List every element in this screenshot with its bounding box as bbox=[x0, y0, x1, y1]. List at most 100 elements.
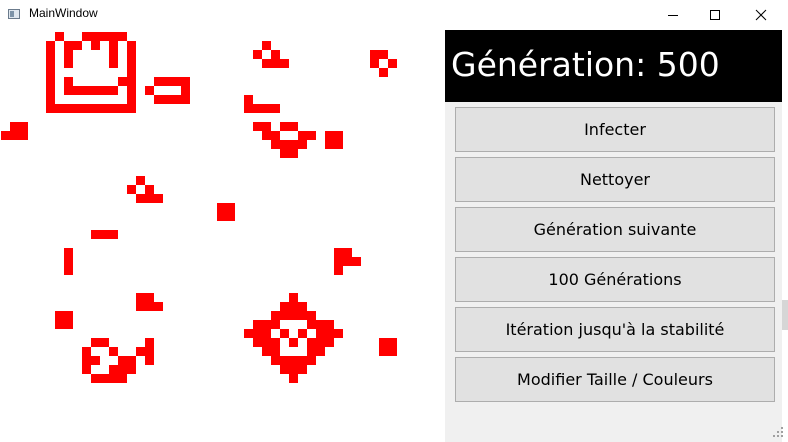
live-cell[interactable] bbox=[271, 320, 280, 329]
live-cell[interactable] bbox=[73, 104, 82, 113]
live-cell[interactable] bbox=[280, 329, 289, 338]
live-cell[interactable] bbox=[217, 203, 226, 212]
live-cell[interactable] bbox=[280, 140, 289, 149]
live-cell[interactable] bbox=[334, 140, 343, 149]
live-cell[interactable] bbox=[136, 302, 145, 311]
live-cell[interactable] bbox=[280, 149, 289, 158]
live-cell[interactable] bbox=[109, 50, 118, 59]
iterate-until-stable-button[interactable]: Itération jusqu'à la stabilité bbox=[455, 307, 775, 352]
live-cell[interactable] bbox=[388, 347, 397, 356]
live-cell[interactable] bbox=[64, 104, 73, 113]
live-cell[interactable] bbox=[316, 347, 325, 356]
live-cell[interactable] bbox=[64, 86, 73, 95]
live-cell[interactable] bbox=[307, 320, 316, 329]
live-cell[interactable] bbox=[91, 338, 100, 347]
live-cell[interactable] bbox=[298, 365, 307, 374]
live-cell[interactable] bbox=[91, 86, 100, 95]
live-cell[interactable] bbox=[262, 41, 271, 50]
live-cell[interactable] bbox=[334, 131, 343, 140]
live-cell[interactable] bbox=[127, 356, 136, 365]
live-cell[interactable] bbox=[325, 329, 334, 338]
live-cell[interactable] bbox=[343, 257, 352, 266]
live-cell[interactable] bbox=[127, 50, 136, 59]
live-cell[interactable] bbox=[73, 86, 82, 95]
live-cell[interactable] bbox=[271, 356, 280, 365]
live-cell[interactable] bbox=[280, 365, 289, 374]
live-cell[interactable] bbox=[352, 257, 361, 266]
live-cell[interactable] bbox=[280, 356, 289, 365]
live-cell[interactable] bbox=[298, 356, 307, 365]
live-cell[interactable] bbox=[64, 59, 73, 68]
live-cell[interactable] bbox=[64, 320, 73, 329]
live-cell[interactable] bbox=[100, 230, 109, 239]
live-cell[interactable] bbox=[271, 347, 280, 356]
live-cell[interactable] bbox=[127, 365, 136, 374]
minimize-button[interactable] bbox=[650, 0, 696, 30]
live-cell[interactable] bbox=[289, 311, 298, 320]
live-cell[interactable] bbox=[136, 176, 145, 185]
live-cell[interactable] bbox=[262, 320, 271, 329]
live-cell[interactable] bbox=[271, 311, 280, 320]
live-cell[interactable] bbox=[64, 266, 73, 275]
live-cell[interactable] bbox=[307, 347, 316, 356]
live-cell[interactable] bbox=[325, 320, 334, 329]
live-cell[interactable] bbox=[379, 50, 388, 59]
live-cell[interactable] bbox=[307, 338, 316, 347]
live-cell[interactable] bbox=[307, 356, 316, 365]
live-cell[interactable] bbox=[262, 338, 271, 347]
live-cell[interactable] bbox=[271, 338, 280, 347]
live-cell[interactable] bbox=[298, 302, 307, 311]
live-cell[interactable] bbox=[136, 347, 145, 356]
live-cell[interactable] bbox=[271, 131, 280, 140]
live-cell[interactable] bbox=[1, 131, 10, 140]
live-cell[interactable] bbox=[280, 311, 289, 320]
live-cell[interactable] bbox=[64, 248, 73, 257]
live-cell[interactable] bbox=[271, 104, 280, 113]
live-cell[interactable] bbox=[370, 59, 379, 68]
live-cell[interactable] bbox=[280, 59, 289, 68]
live-cell[interactable] bbox=[19, 122, 28, 131]
live-cell[interactable] bbox=[316, 329, 325, 338]
live-cell[interactable] bbox=[172, 77, 181, 86]
live-cell[interactable] bbox=[253, 338, 262, 347]
live-cell[interactable] bbox=[163, 77, 172, 86]
live-cell[interactable] bbox=[136, 194, 145, 203]
live-cell[interactable] bbox=[262, 329, 271, 338]
live-cell[interactable] bbox=[154, 77, 163, 86]
live-cell[interactable] bbox=[10, 131, 19, 140]
live-cell[interactable] bbox=[91, 374, 100, 383]
close-button[interactable] bbox=[738, 0, 784, 30]
live-cell[interactable] bbox=[253, 122, 262, 131]
live-cell[interactable] bbox=[298, 140, 307, 149]
live-cell[interactable] bbox=[262, 347, 271, 356]
live-cell[interactable] bbox=[145, 194, 154, 203]
live-cell[interactable] bbox=[55, 32, 64, 41]
live-cell[interactable] bbox=[244, 329, 253, 338]
live-cell[interactable] bbox=[334, 266, 343, 275]
live-cell[interactable] bbox=[244, 104, 253, 113]
live-cell[interactable] bbox=[181, 77, 190, 86]
live-cell[interactable] bbox=[145, 86, 154, 95]
live-cell[interactable] bbox=[262, 131, 271, 140]
live-cell[interactable] bbox=[136, 293, 145, 302]
live-cell[interactable] bbox=[145, 347, 154, 356]
clean-button[interactable]: Nettoyer bbox=[455, 157, 775, 202]
live-cell[interactable] bbox=[379, 347, 388, 356]
live-cell[interactable] bbox=[109, 86, 118, 95]
live-cell[interactable] bbox=[109, 32, 118, 41]
live-cell[interactable] bbox=[379, 68, 388, 77]
live-cell[interactable] bbox=[325, 338, 334, 347]
live-cell[interactable] bbox=[127, 77, 136, 86]
live-cell[interactable] bbox=[10, 122, 19, 131]
live-cell[interactable] bbox=[262, 104, 271, 113]
live-cell[interactable] bbox=[46, 50, 55, 59]
live-cell[interactable] bbox=[316, 338, 325, 347]
maximize-button[interactable] bbox=[692, 0, 738, 30]
live-cell[interactable] bbox=[154, 194, 163, 203]
live-cell[interactable] bbox=[145, 302, 154, 311]
live-cell[interactable] bbox=[82, 32, 91, 41]
live-cell[interactable] bbox=[289, 122, 298, 131]
live-cell[interactable] bbox=[289, 356, 298, 365]
live-cell[interactable] bbox=[82, 356, 91, 365]
live-cell[interactable] bbox=[172, 95, 181, 104]
